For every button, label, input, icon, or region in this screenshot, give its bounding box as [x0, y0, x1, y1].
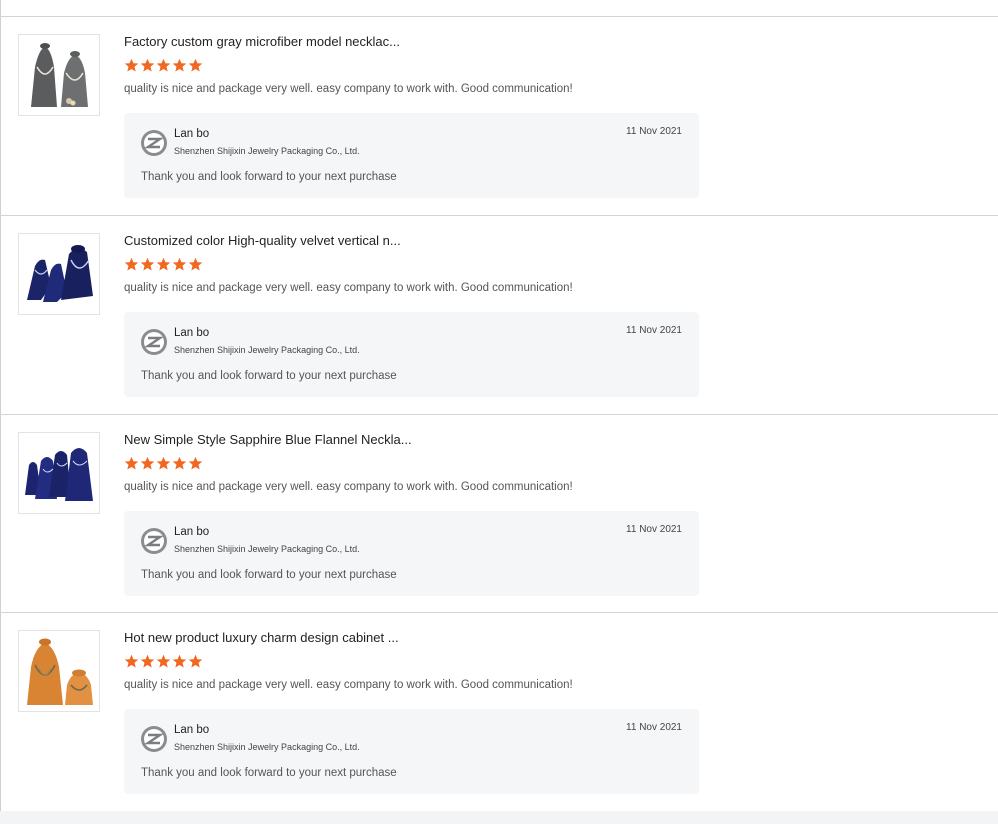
orange-leather-bust-image — [21, 633, 97, 709]
seller-name: Lan bo — [174, 128, 210, 140]
product-thumbnail[interactable] — [18, 34, 100, 116]
star-icon — [188, 654, 203, 668]
star-icon — [156, 456, 171, 470]
review-item: Hot new product luxury charm design cabi… — [0, 612, 998, 811]
gray-necklace-display-image — [21, 37, 97, 113]
product-thumbnail[interactable] — [18, 233, 100, 315]
star-icon — [124, 58, 139, 72]
seller-reply: Lan bo Shenzhen Shijixin Jewelry Packagi… — [124, 709, 699, 794]
review-comment: quality is nice and package very well. e… — [124, 679, 573, 691]
star-icon — [140, 58, 155, 72]
reply-text: Thank you and look forward to your next … — [141, 370, 397, 382]
star-icon — [188, 58, 203, 72]
star-rating — [124, 257, 203, 272]
star-icon — [124, 456, 139, 470]
seller-company: Shenzhen Shijixin Jewelry Packaging Co.,… — [174, 742, 360, 752]
seller-logo-avatar — [141, 726, 167, 752]
sapphire-flannel-set-image — [21, 435, 97, 511]
product-title[interactable]: Factory custom gray microfiber model nec… — [124, 34, 400, 49]
star-icon — [140, 654, 155, 668]
star-icon — [188, 257, 203, 271]
seller-logo-avatar — [141, 329, 167, 355]
review-comment: quality is nice and package very well. e… — [124, 481, 573, 493]
star-rating — [124, 58, 203, 73]
review-comment: quality is nice and package very well. e… — [124, 83, 573, 95]
star-icon — [172, 257, 187, 271]
seller-name: Lan bo — [174, 327, 210, 339]
product-title[interactable]: New Simple Style Sapphire Blue Flannel N… — [124, 432, 412, 447]
seller-reply: Lan bo Shenzhen Shijixin Jewelry Packagi… — [124, 113, 699, 198]
navy-velvet-bust-image — [21, 236, 97, 312]
star-rating — [124, 654, 203, 669]
seller-name: Lan bo — [174, 526, 210, 538]
review-item: Factory custom gray microfiber model nec… — [0, 16, 998, 215]
review-comment: quality is nice and package very well. e… — [124, 282, 573, 294]
reply-date: 11 Nov 2021 — [626, 524, 682, 535]
seller-reply: Lan bo Shenzhen Shijixin Jewelry Packagi… — [124, 511, 699, 596]
review-item: New Simple Style Sapphire Blue Flannel N… — [0, 414, 998, 613]
product-title[interactable]: Hot new product luxury charm design cabi… — [124, 630, 399, 645]
star-icon — [156, 257, 171, 271]
star-icon — [140, 456, 155, 470]
product-thumbnail[interactable] — [18, 432, 100, 514]
reply-date: 11 Nov 2021 — [626, 325, 682, 336]
bottom-border-strip — [0, 811, 998, 824]
star-icon — [172, 58, 187, 72]
seller-logo-avatar — [141, 528, 167, 554]
seller-company: Shenzhen Shijixin Jewelry Packaging Co.,… — [174, 345, 360, 355]
seller-reply: Lan bo Shenzhen Shijixin Jewelry Packagi… — [124, 312, 699, 397]
reply-text: Thank you and look forward to your next … — [141, 171, 397, 183]
star-icon — [172, 456, 187, 470]
star-icon — [156, 58, 171, 72]
reply-text: Thank you and look forward to your next … — [141, 569, 397, 581]
reply-date: 11 Nov 2021 — [626, 126, 682, 137]
star-rating — [124, 456, 203, 471]
seller-name: Lan bo — [174, 724, 210, 736]
seller-company: Shenzhen Shijixin Jewelry Packaging Co.,… — [174, 544, 360, 554]
star-icon — [156, 654, 171, 668]
product-title[interactable]: Customized color High-quality velvet ver… — [124, 233, 401, 248]
product-thumbnail[interactable] — [18, 630, 100, 712]
star-icon — [124, 257, 139, 271]
star-icon — [172, 654, 187, 668]
star-icon — [188, 456, 203, 470]
reply-text: Thank you and look forward to your next … — [141, 767, 397, 779]
star-icon — [124, 654, 139, 668]
star-icon — [140, 257, 155, 271]
seller-logo-avatar — [141, 130, 167, 156]
review-item: Customized color High-quality velvet ver… — [0, 215, 998, 414]
reply-date: 11 Nov 2021 — [626, 722, 682, 733]
seller-company: Shenzhen Shijixin Jewelry Packaging Co.,… — [174, 146, 360, 156]
